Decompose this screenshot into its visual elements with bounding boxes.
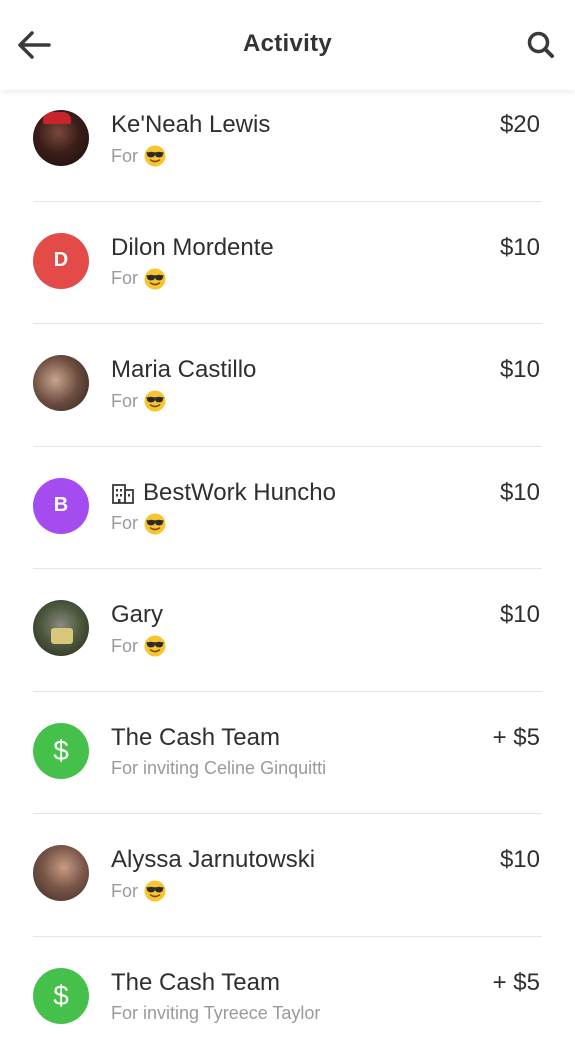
sunglasses-emoji-icon — [144, 880, 166, 902]
avatar — [33, 110, 89, 166]
contact-name-text: BestWork Huncho — [143, 479, 336, 507]
note-text: For — [111, 881, 138, 902]
note-text: For — [111, 513, 138, 534]
activity-row[interactable]: $ The Cash Team For inviting Tyreece Tay… — [0, 936, 575, 1058]
amount: $10 — [500, 601, 540, 629]
activity-list: Ke'Neah Lewis For $20 D Dilon Mordente F… — [0, 78, 575, 1058]
activity-row[interactable]: D Dilon Mordente For $10 — [0, 201, 575, 324]
note-text: For inviting Tyreece Taylor — [111, 1003, 320, 1024]
payment-note: For inviting Celine Ginquitti — [111, 758, 326, 779]
payment-note: For — [111, 880, 166, 902]
contact-name: Ke'Neah Lewis — [111, 111, 270, 139]
amount: + $5 — [493, 724, 540, 752]
contact-name: The Cash Team — [111, 969, 280, 997]
avatar — [33, 355, 89, 411]
sunglasses-emoji-icon — [144, 268, 166, 290]
note-text: For — [111, 268, 138, 289]
sunglasses-emoji-icon — [144, 390, 166, 412]
page-title: Activity — [0, 30, 575, 58]
note-text: For — [111, 636, 138, 657]
payment-note: For inviting Tyreece Taylor — [111, 1003, 320, 1024]
avatar: D — [33, 233, 89, 289]
amount: + $5 — [493, 969, 540, 997]
avatar — [33, 845, 89, 901]
payment-note: For — [111, 145, 166, 167]
payment-note: For — [111, 390, 166, 412]
search-button[interactable] — [521, 26, 561, 64]
contact-name: Maria Castillo — [111, 356, 256, 384]
contact-name: Gary — [111, 601, 163, 629]
activity-row[interactable]: $ The Cash Team For inviting Celine Ginq… — [0, 691, 575, 814]
contact-name: Alyssa Jarnutowski — [111, 846, 315, 874]
top-bar: Activity — [0, 0, 575, 90]
note-text: For — [111, 146, 138, 167]
sunglasses-emoji-icon — [144, 145, 166, 167]
amount: $10 — [500, 846, 540, 874]
sunglasses-emoji-icon — [144, 635, 166, 657]
contact-name: Dilon Mordente — [111, 234, 274, 262]
avatar — [33, 600, 89, 656]
contact-name: BestWork Huncho — [111, 479, 336, 507]
note-text: For — [111, 391, 138, 412]
sunglasses-emoji-icon — [144, 513, 166, 535]
avatar: B — [33, 478, 89, 534]
activity-row[interactable]: Ke'Neah Lewis For $20 — [0, 78, 575, 201]
amount: $10 — [500, 234, 540, 262]
payment-note: For — [111, 513, 166, 535]
note-text: For inviting Celine Ginquitti — [111, 758, 326, 779]
amount: $20 — [500, 111, 540, 139]
activity-row[interactable]: Gary For $10 — [0, 568, 575, 691]
contact-name: The Cash Team — [111, 724, 280, 752]
amount: $10 — [500, 356, 540, 384]
activity-row[interactable]: B BestWork Huncho For — [0, 446, 575, 569]
payment-note: For — [111, 635, 166, 657]
cash-app-avatar: $ — [33, 723, 89, 779]
building-icon — [111, 481, 135, 505]
cash-app-avatar: $ — [33, 968, 89, 1024]
activity-row[interactable]: Maria Castillo For $10 — [0, 323, 575, 446]
payment-note: For — [111, 268, 166, 290]
search-icon — [526, 30, 556, 60]
activity-row[interactable]: Alyssa Jarnutowski For $10 — [0, 813, 575, 936]
amount: $10 — [500, 479, 540, 507]
